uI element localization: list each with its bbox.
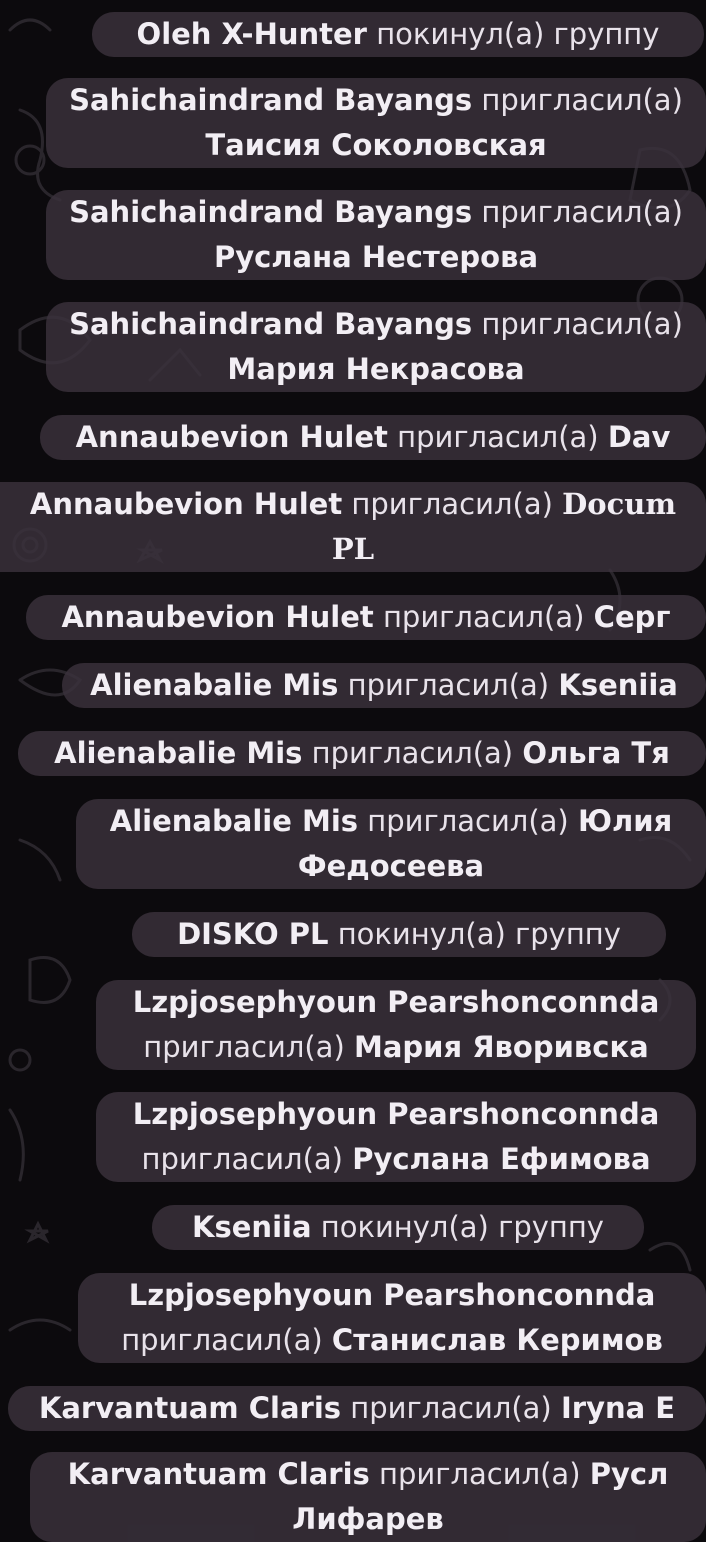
- actor-name[interactable]: Sahichaindrand Bayangs: [69, 83, 472, 117]
- action-text: покинул(а) группу: [376, 17, 660, 51]
- target-name[interactable]: Мария Яворивска: [354, 1030, 649, 1064]
- target-name[interactable]: Ольга Тя: [522, 736, 669, 770]
- target-name-continued[interactable]: PL: [14, 527, 692, 572]
- actor-name[interactable]: Lzpjosephyoun Pearshonconnda: [110, 1092, 682, 1137]
- service-message: Lzpjosephyoun Pearshonconnda пригласил(а…: [78, 1273, 706, 1363]
- target-name[interactable]: Русл: [590, 1457, 669, 1491]
- actor-name[interactable]: Kseniia: [192, 1210, 312, 1244]
- service-message: Sahichaindrand Bayangs пригласил(а) Таис…: [46, 78, 706, 168]
- actor-name[interactable]: Annaubevion Hulet: [30, 487, 342, 521]
- service-message: DISKO PL покинул(а) группу: [132, 912, 666, 957]
- action-text: покинул(а) группу: [337, 917, 621, 951]
- action-text: пригласил(а): [481, 195, 683, 229]
- service-message: Kseniia покинул(а) группу: [152, 1205, 644, 1250]
- service-message: Lzpjosephyoun Pearshonconnda пригласил(а…: [96, 980, 696, 1070]
- service-message: Alienabalie Mis пригласил(а) Ольга Тя: [18, 731, 706, 776]
- target-name[interactable]: Руслана Нестерова: [60, 235, 692, 280]
- service-message: Karvantuam Claris пригласил(а) Русл Лифа…: [30, 1452, 706, 1542]
- actor-name[interactable]: Sahichaindrand Bayangs: [69, 307, 472, 341]
- service-message: Alienabalie Mis пригласил(а) Юлия Федосе…: [76, 799, 706, 889]
- target-name-continued[interactable]: Федосеева: [90, 844, 692, 889]
- actor-name[interactable]: Annaubevion Hulet: [61, 600, 373, 634]
- actor-name[interactable]: Annaubevion Hulet: [76, 420, 388, 454]
- action-text: пригласил(а): [382, 600, 585, 634]
- service-message: Sahichaindrand Bayangs пригласил(а) Русл…: [46, 190, 706, 280]
- action-text: пригласил(а): [121, 1323, 323, 1357]
- actor-name[interactable]: Lzpjosephyoun Pearshonconnda: [110, 980, 682, 1025]
- actor-name[interactable]: Karvantuam Claris: [39, 1391, 341, 1425]
- action-text: пригласил(а): [397, 420, 599, 454]
- service-message: Alienabalie Mis пригласил(а) Kseniia: [62, 663, 706, 708]
- service-message: Annaubevion Hulet пригласил(а) Dav: [40, 415, 706, 460]
- action-text: пригласил(а): [350, 1391, 552, 1425]
- target-name[interactable]: Таисия Соколовская: [60, 123, 692, 168]
- actor-name[interactable]: Lzpjosephyoun Pearshonconnda: [92, 1273, 692, 1318]
- target-name[interactable]: Мария Некрасова: [60, 347, 692, 392]
- target-name[interactable]: Серг: [594, 600, 671, 634]
- actor-name[interactable]: Alienabalie Mis: [110, 804, 358, 838]
- action-text: пригласил(а): [143, 1030, 345, 1064]
- service-message: Sahichaindrand Bayangs пригласил(а) Мари…: [46, 302, 706, 392]
- action-text: пригласил(а): [367, 804, 569, 838]
- target-name[interactable]: Руслана Ефимова: [352, 1142, 650, 1176]
- target-name[interactable]: Юлия: [578, 804, 672, 838]
- service-message: Oleh X-Hunter покинул(а) группу: [92, 12, 704, 57]
- service-message: Annaubevion Hulet пригласил(а) Docum PL: [0, 482, 706, 572]
- target-name[interactable]: Dav: [608, 420, 671, 454]
- action-text: пригласил(а): [379, 1457, 581, 1491]
- target-name[interactable]: Docum: [562, 487, 676, 521]
- actor-name[interactable]: Alienabalie Mis: [90, 668, 338, 702]
- action-text: покинул(а) группу: [320, 1210, 604, 1244]
- action-text: пригласил(а): [347, 668, 550, 702]
- action-text: пригласил(а): [481, 83, 683, 117]
- target-name[interactable]: Iryna E: [561, 1391, 675, 1425]
- actor-name[interactable]: Sahichaindrand Bayangs: [69, 195, 472, 229]
- target-name-continued[interactable]: Лифарев: [44, 1497, 692, 1542]
- service-message: Karvantuam Claris пригласил(а) Iryna E: [8, 1386, 706, 1431]
- actor-name[interactable]: Karvantuam Claris: [68, 1457, 370, 1491]
- action-text: пригласил(а): [351, 487, 553, 521]
- action-text: пригласил(а): [481, 307, 683, 341]
- target-name[interactable]: Kseniia: [558, 668, 678, 702]
- action-text: пригласил(а): [141, 1142, 343, 1176]
- actor-name[interactable]: DISKO PL: [177, 917, 328, 951]
- service-message: Annaubevion Hulet пригласил(а) Серг: [26, 595, 706, 640]
- action-text: пригласил(а): [311, 736, 514, 770]
- target-name[interactable]: Станислав Керимов: [332, 1323, 663, 1357]
- service-message: Lzpjosephyoun Pearshonconnda пригласил(а…: [96, 1092, 696, 1182]
- actor-name[interactable]: Alienabalie Mis: [54, 736, 302, 770]
- actor-name[interactable]: Oleh X-Hunter: [137, 17, 367, 51]
